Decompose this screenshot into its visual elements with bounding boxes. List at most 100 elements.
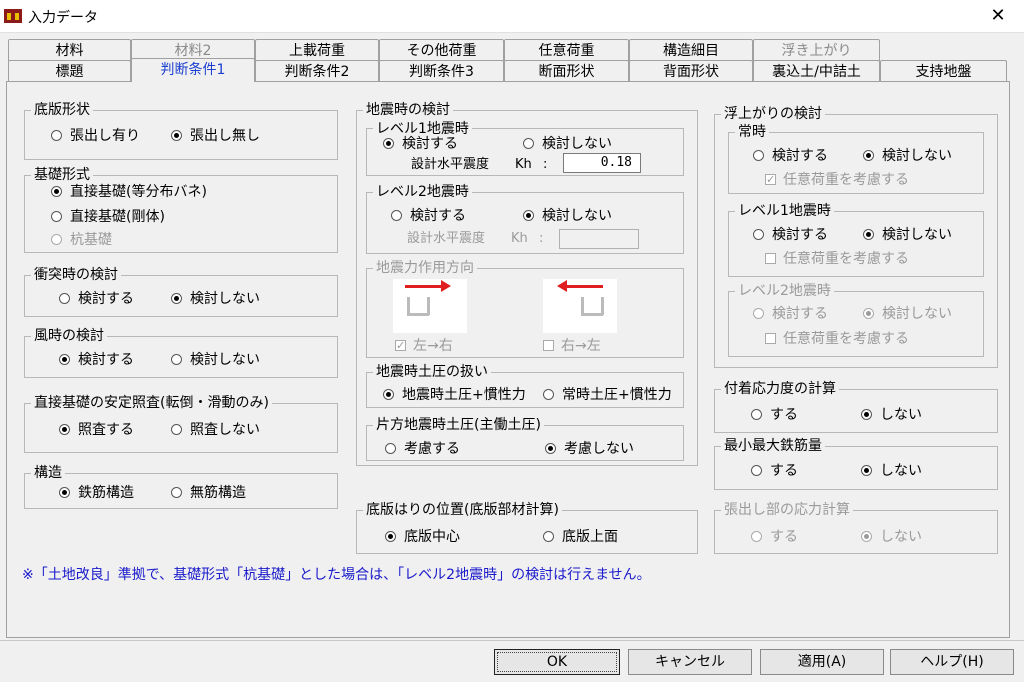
pile-foundation-note: ※「土地改良」準拠で、基礎形式「杭基礎」とした場合は、「レベル2地震時」の検討は… (22, 567, 651, 583)
tab-judgment2[interactable]: 判断条件2 (255, 60, 379, 82)
rebar-amount-title: 最小最大鉄筋量 (721, 437, 825, 455)
rebar-amount-no-radio[interactable]: しない (861, 462, 922, 480)
seismic-level1-check-radio[interactable]: 検討する (383, 135, 458, 153)
direction-right-to-left-checkbox[interactable]: 右→左 (543, 337, 601, 355)
tab-other-load[interactable]: その他荷重 (379, 39, 504, 61)
bond-stress-yes-radio[interactable]: する (751, 406, 798, 424)
tab-heading[interactable]: 標題 (8, 60, 131, 82)
uplift-level1-check-radio[interactable]: 検討する (753, 226, 828, 244)
uplift-level1-nocheck-radio[interactable]: 検討しない (863, 226, 952, 244)
one-side-consider-radio[interactable]: 考慮する (385, 440, 460, 458)
cancel-button[interactable]: キャンセル (628, 649, 752, 675)
tab-surcharge[interactable]: 上載荷重 (255, 39, 379, 61)
seismic-level2-kh-input[interactable] (559, 229, 639, 249)
uplift-level2-title: レベル2地震時 (735, 282, 834, 300)
uplift-normal-group: 常時 検討する 検討しない 任意荷重を考慮する (728, 123, 984, 194)
left-to-right-arrow-icon (393, 279, 467, 333)
structure-rc-radio[interactable]: 鉄筋構造 (59, 484, 134, 502)
bond-stress-title: 付着応力度の計算 (721, 380, 839, 398)
uplift-level1-title: レベル1地震時 (735, 202, 834, 220)
uplift-normal-title: 常時 (735, 123, 769, 141)
app-icon (4, 7, 22, 23)
earth-pressure-normal-radio[interactable]: 常時土圧+慣性力 (543, 386, 672, 404)
bottom-slab-overhang-radio[interactable]: 張出し有り (51, 127, 140, 145)
one-side-noconsider-radio[interactable]: 考慮しない (545, 440, 634, 458)
tab-section-shape[interactable]: 断面形状 (504, 60, 629, 82)
collision-nocheck-radio[interactable]: 検討しない (171, 290, 260, 308)
bottom-slab-group: 底版形状 張出し有り 張出し無し (24, 101, 338, 160)
uplift-normal-arbitrary-checkbox[interactable]: 任意荷重を考慮する (765, 171, 909, 189)
uplift-level2-group: レベル2地震時 検討する 検討しない 任意荷重を考慮する (728, 282, 984, 357)
rebar-amount-yes-radio[interactable]: する (751, 462, 798, 480)
earth-pressure-title: 地震時土圧の扱い (373, 363, 491, 381)
one-side-group: 片方地震時土圧(主働土圧) 考慮する 考慮しない (366, 416, 684, 461)
ok-button[interactable]: OK (494, 649, 620, 675)
structure-plain-radio[interactable]: 無筋構造 (171, 484, 246, 502)
bottom-slab-no-overhang-radio[interactable]: 張出し無し (171, 127, 260, 145)
bottom-slab-title: 底版形状 (31, 101, 93, 119)
rebar-amount-group: 最小最大鉄筋量 する しない (714, 437, 998, 490)
collision-group: 衝突時の検討 検討する 検討しない (24, 266, 338, 317)
beam-position-top-radio[interactable]: 底版上面 (543, 528, 618, 546)
overhang-stress-yes-radio[interactable]: する (751, 528, 798, 546)
foundation-title: 基礎形式 (31, 166, 93, 184)
tab-structure-detail[interactable]: 構造細目 (629, 39, 753, 61)
one-side-title: 片方地震時土圧(主働土圧) (373, 416, 544, 434)
tab-arbitrary-load[interactable]: 任意荷重 (504, 39, 629, 61)
collision-check-radio[interactable]: 検討する (59, 290, 134, 308)
seismic-level2-nocheck-radio[interactable]: 検討しない (523, 207, 612, 225)
tab-judgment1[interactable]: 判断条件1 (131, 58, 255, 82)
seismic-level2-kh-label: Kh (511, 231, 528, 246)
wind-nocheck-radio[interactable]: 検討しない (171, 351, 260, 369)
uplift-level2-nocheck-radio[interactable]: 検討しない (863, 305, 952, 323)
wind-check-radio[interactable]: 検討する (59, 351, 134, 369)
earth-pressure-group: 地震時土圧の扱い 地震時土圧+慣性力 常時土圧+慣性力 (366, 363, 684, 408)
foundation-rigid-radio[interactable]: 直接基礎(剛体) (51, 208, 165, 226)
structure-title: 構造 (31, 464, 65, 482)
wind-title: 風時の検討 (31, 327, 107, 345)
overhang-stress-no-radio[interactable]: しない (861, 528, 922, 546)
tab-backfill[interactable]: 裏込土/中詰土 (753, 60, 880, 82)
seismic-level1-kh-input[interactable]: 0.18 (563, 153, 641, 173)
uplift-level2-check-radio[interactable]: 検討する (753, 305, 828, 323)
tab-uplift[interactable]: 浮き上がり (753, 39, 880, 61)
structure-group: 構造 鉄筋構造 無筋構造 (24, 464, 338, 509)
bond-stress-no-radio[interactable]: しない (861, 406, 922, 424)
foundation-pile-radio[interactable]: 杭基礎 (51, 231, 112, 249)
seismic-level2-title: レベル2地震時 (373, 183, 472, 201)
tab-judgment3[interactable]: 判断条件3 (379, 60, 504, 82)
uplift-level2-arbitrary-checkbox[interactable]: 任意荷重を考慮する (765, 330, 909, 348)
seismic-title: 地震時の検討 (363, 101, 453, 119)
uplift-level1-arbitrary-checkbox[interactable]: 任意荷重を考慮する (765, 250, 909, 268)
stability-title: 直接基礎の安定照査(転倒・滑動のみ) (31, 394, 272, 412)
overhang-stress-group: 張出し部の応力計算 する しない (714, 501, 998, 554)
stability-check-radio[interactable]: 照査する (59, 421, 134, 439)
earth-pressure-seismic-radio[interactable]: 地震時土圧+慣性力 (383, 386, 526, 404)
beam-position-group: 底版はりの位置(底版部材計算) 底版中心 底版上面 (356, 501, 698, 554)
seismic-level2-check-radio[interactable]: 検討する (391, 207, 466, 225)
seismic-level2-colon: : (539, 231, 544, 246)
direction-left-to-right-checkbox[interactable]: 左→右 (395, 337, 453, 355)
stability-group: 直接基礎の安定照査(転倒・滑動のみ) 照査する 照査しない (24, 394, 338, 453)
seismic-direction-title: 地震力作用方向 (373, 259, 477, 277)
uplift-normal-nocheck-radio[interactable]: 検討しない (863, 147, 952, 165)
button-bar-divider (0, 640, 1024, 641)
tab-material[interactable]: 材料 (8, 39, 131, 61)
uplift-level1-group: レベル1地震時 検討する 検討しない 任意荷重を考慮する (728, 202, 984, 277)
collision-title: 衝突時の検討 (31, 266, 121, 284)
close-button[interactable]: ✕ (984, 4, 1012, 28)
bond-stress-group: 付着応力度の計算 する しない (714, 380, 998, 433)
tab-back-shape[interactable]: 背面形状 (629, 60, 753, 82)
stability-nocheck-radio[interactable]: 照査しない (171, 421, 260, 439)
seismic-level1-kh-label: Kh (515, 157, 532, 172)
foundation-group: 基礎形式 直接基礎(等分布バネ) 直接基礎(剛体) 杭基礎 (24, 166, 338, 253)
uplift-title: 浮上がりの検討 (721, 105, 825, 123)
apply-button[interactable]: 適用(A) (760, 649, 884, 675)
foundation-spring-radio[interactable]: 直接基礎(等分布バネ) (51, 183, 207, 201)
beam-position-center-radio[interactable]: 底版中心 (385, 528, 460, 546)
seismic-level1-nocheck-radio[interactable]: 検討しない (523, 135, 612, 153)
tab-support-ground[interactable]: 支持地盤 (880, 60, 1007, 82)
seismic-level1-colon: : (543, 157, 548, 172)
help-button[interactable]: ヘルプ(H) (890, 649, 1014, 675)
uplift-normal-check-radio[interactable]: 検討する (753, 147, 828, 165)
